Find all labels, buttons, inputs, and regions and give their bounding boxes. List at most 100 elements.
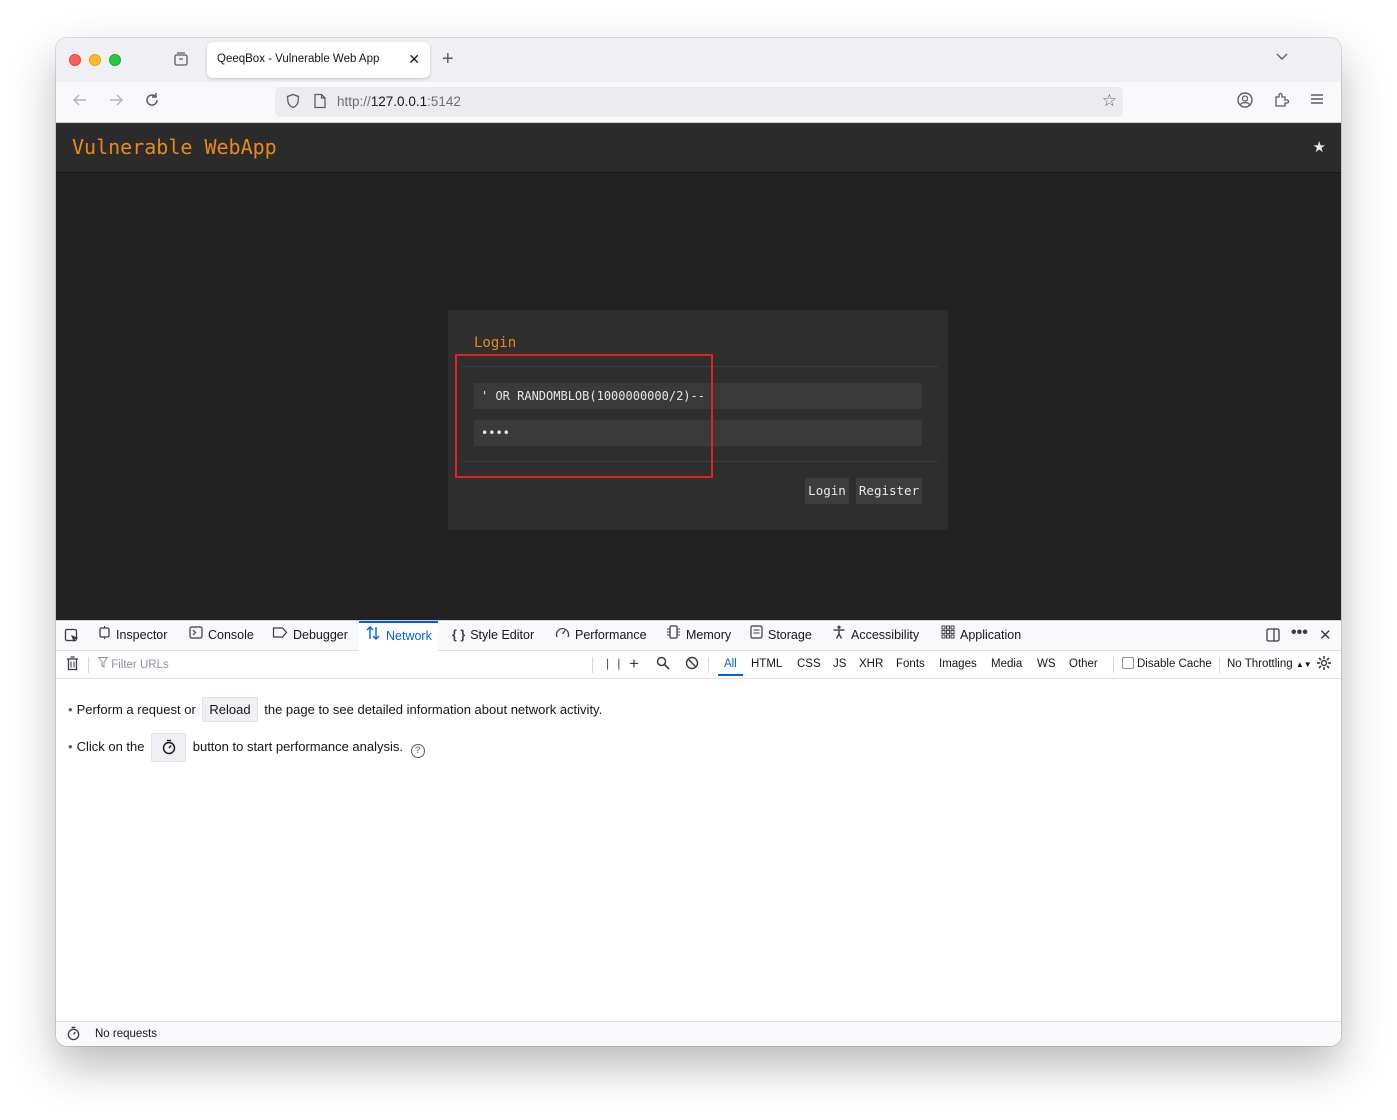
dock-side-icon[interactable] [1265, 627, 1281, 646]
disable-cache-label: Disable Cache [1137, 658, 1212, 670]
stopwatch-icon[interactable] [66, 1026, 81, 1044]
tab-network[interactable]: Network [359, 621, 438, 651]
reload-button[interactable]: Reload [202, 697, 258, 722]
filter-html[interactable]: HTML [751, 658, 782, 670]
browser-tab-active[interactable]: QeeqBox - Vulnerable Web App ✕ [207, 42, 430, 78]
tab-debugger[interactable]: Debugger [272, 621, 348, 651]
more-options-icon[interactable]: ••• [1291, 624, 1308, 642]
status-text: No requests [95, 1028, 158, 1040]
filter-js[interactable]: JS [833, 658, 846, 670]
divider [708, 657, 709, 673]
checkbox[interactable] [1122, 657, 1134, 669]
tab-inspector[interactable]: Inspector [98, 621, 167, 651]
tab-label: Inspector [116, 628, 168, 642]
tab-label: Network [386, 629, 432, 643]
start-performance-button[interactable] [151, 733, 187, 762]
tab-memory[interactable]: Memory [666, 621, 731, 651]
account-icon[interactable] [1236, 91, 1254, 114]
login-button[interactable]: Login [805, 478, 849, 504]
tab-style-editor[interactable]: { } Style Editor [452, 621, 534, 651]
filter-all[interactable]: All [718, 658, 743, 676]
console-icon [189, 621, 203, 650]
tab-accessibility[interactable]: Accessibility [832, 621, 919, 651]
extensions-icon[interactable] [1273, 91, 1291, 114]
memory-icon [666, 621, 681, 650]
element-picker-icon[interactable] [64, 628, 80, 647]
url-host: 127.0.0.1 [370, 94, 428, 109]
tab-label: Style Editor [470, 628, 535, 642]
filter-ws[interactable]: WS [1037, 658, 1056, 670]
divider [88, 657, 89, 673]
devtools-toolbar: Inspector Console Debugger Network { } St… [56, 621, 1341, 651]
filter-urls-input[interactable]: Filter URLs [97, 657, 169, 671]
hamburger-menu-icon[interactable] [1309, 91, 1325, 112]
tab-label: Memory [686, 628, 732, 642]
filter-xhr[interactable]: XHR [859, 658, 883, 670]
gear-icon[interactable] [1316, 655, 1332, 675]
filter-fonts[interactable]: Fonts [896, 658, 925, 670]
login-heading: Login [474, 335, 517, 351]
bookmark-star-icon[interactable]: ☆ [1102, 91, 1117, 111]
url-text[interactable]: http://127.0.0.1:5142 [337, 94, 461, 109]
add-request-icon[interactable]: + [629, 654, 639, 674]
performance-icon [555, 621, 570, 650]
pause-icon[interactable]: ❘❘ [603, 657, 625, 670]
devtools-panel: Inspector Console Debugger Network { } St… [56, 620, 1341, 1046]
tracking-protection-shield-icon[interactable] [285, 93, 301, 112]
forward-arrow-icon[interactable] [107, 91, 125, 114]
divider [1219, 657, 1220, 673]
site-title[interactable]: Vulnerable WebApp [72, 135, 277, 159]
help-icon[interactable]: ? [410, 743, 425, 758]
filter-other[interactable]: Other [1069, 658, 1098, 670]
site-header: Vulnerable WebApp ★ [56, 123, 1341, 173]
tab-label: Debugger [293, 628, 348, 642]
filter-icon [97, 657, 111, 671]
disable-cache-checkbox[interactable]: Disable Cache [1122, 657, 1212, 670]
star-icon[interactable]: ★ [1313, 138, 1326, 156]
search-icon[interactable] [656, 656, 670, 673]
address-bar[interactable]: http://127.0.0.1:5142 ☆ [275, 87, 1123, 117]
debugger-icon [272, 621, 288, 650]
trash-icon[interactable] [66, 656, 79, 674]
msg-text: Click on the [76, 738, 145, 754]
tab-strip: QeeqBox - Vulnerable Web App ✕ + [56, 38, 1341, 82]
filter-images[interactable]: Images [939, 658, 977, 670]
bullet: • [68, 738, 73, 754]
page-info-icon[interactable] [313, 93, 327, 112]
browser-window: QeeqBox - Vulnerable Web App ✕ + http://… [56, 38, 1341, 1046]
divider [1113, 657, 1114, 673]
msg-text: Perform a request or [76, 702, 196, 717]
msg-text: the page to see detailed information abo… [264, 702, 603, 717]
back-arrow-icon[interactable] [71, 91, 89, 114]
reload-icon[interactable] [143, 91, 161, 114]
divider [592, 657, 593, 673]
close-devtools-icon[interactable]: ✕ [1319, 626, 1332, 644]
storage-icon [750, 621, 763, 650]
stopwatch-icon [161, 739, 177, 755]
block-icon[interactable] [685, 656, 699, 673]
filter-media[interactable]: Media [991, 658, 1022, 670]
close-tab-icon[interactable]: ✕ [408, 51, 420, 68]
zoom-window-button[interactable] [109, 54, 121, 66]
empty-message-reload: • Perform a request or Reload the page to… [68, 697, 602, 722]
tab-performance[interactable]: Performance [555, 621, 647, 651]
navigation-bar: http://127.0.0.1:5142 ☆ [56, 82, 1341, 123]
select-arrows-icon: ▲▼ [1295, 660, 1312, 669]
minimize-window-button[interactable] [89, 54, 101, 66]
url-scheme: http:// [337, 94, 371, 109]
tab-console[interactable]: Console [189, 621, 254, 651]
throttling-select[interactable]: No Throttling ▲▼ [1227, 658, 1312, 670]
page-viewport: Vulnerable WebApp ★ Login ' OR RANDOMBLO… [56, 123, 1341, 620]
chevron-down-icon[interactable] [1275, 50, 1289, 65]
close-window-button[interactable] [69, 54, 81, 66]
filter-placeholder: Filter URLs [111, 659, 169, 671]
new-tab-icon[interactable]: + [442, 48, 454, 71]
register-button[interactable]: Register [856, 478, 922, 504]
tab-label: Console [208, 628, 254, 642]
tab-groups-icon[interactable] [170, 51, 192, 71]
filter-css[interactable]: CSS [797, 658, 821, 670]
tab-storage[interactable]: Storage [750, 621, 812, 651]
tab-title: QeeqBox - Vulnerable Web App [217, 53, 380, 65]
tab-application[interactable]: Application [941, 621, 1021, 651]
bullet: • [68, 702, 73, 717]
